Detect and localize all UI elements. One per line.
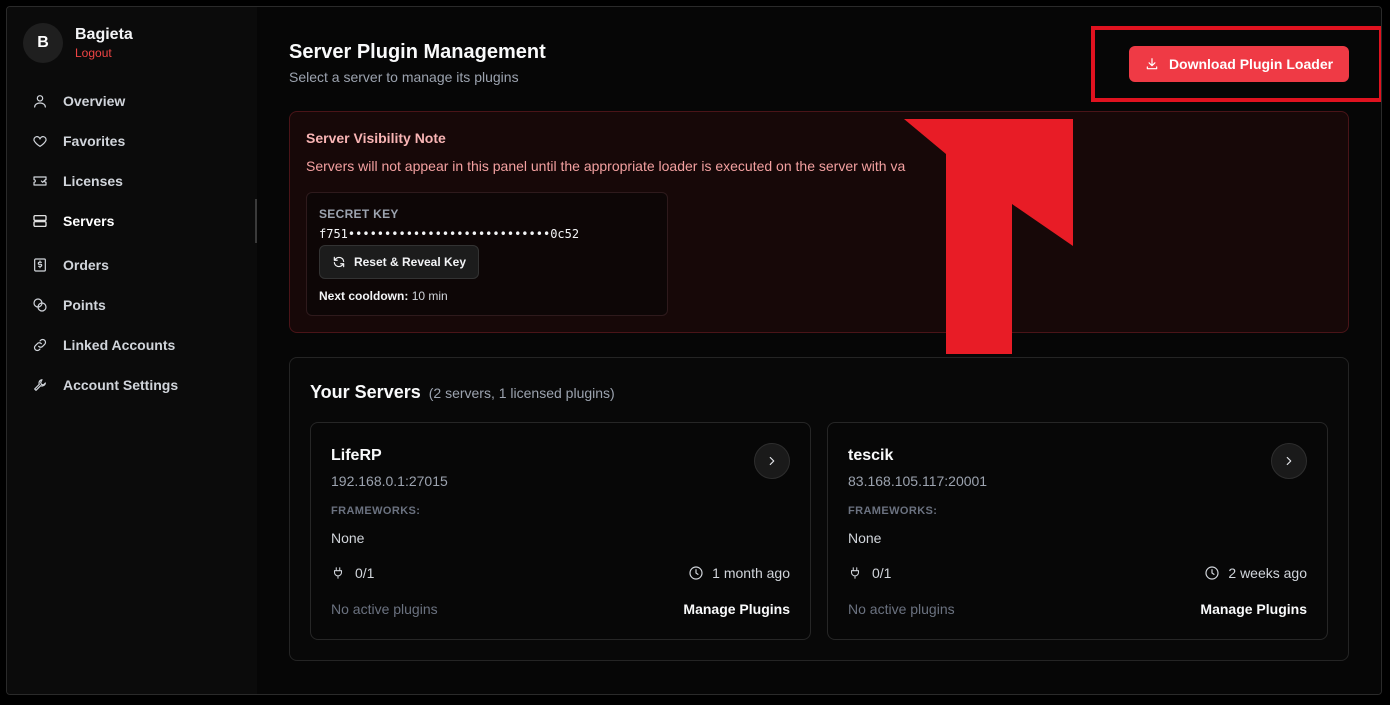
coins-icon [31, 296, 49, 314]
cooldown-value: 10 min [411, 289, 448, 303]
clock-icon [1205, 566, 1219, 580]
sidebar-nav: Overview Favorites Licenses Servers Orde… [7, 81, 257, 405]
sidebar-item-label: Overview [63, 93, 126, 109]
note-text: Servers will not appear in this panel un… [306, 158, 906, 174]
app-window: B Bagieta Logout Overview Favorites Lice… [6, 6, 1382, 695]
plug-icon [850, 567, 860, 579]
sidebar-item-label: Orders [63, 257, 109, 273]
last-seen: 1 month ago [688, 565, 790, 581]
server-icon [31, 212, 49, 230]
note-title: Server Visibility Note [306, 130, 446, 146]
page-title: Server Plugin Management [289, 41, 546, 63]
server-ip: 192.168.0.1:27015 [331, 473, 448, 489]
heart-icon [31, 132, 49, 150]
frameworks-label: FRAMEWORKS: [848, 505, 938, 517]
sidebar-item-favorites[interactable]: Favorites [7, 121, 257, 161]
servers-count: (2 servers, 1 licensed plugins) [428, 385, 615, 401]
open-server-button[interactable] [754, 443, 790, 479]
logout-link[interactable]: Logout [75, 45, 133, 61]
plugin-count: 0/1 [848, 565, 891, 581]
plugin-count: 0/1 [331, 565, 374, 581]
sidebar-item-orders[interactable]: Orders [7, 245, 257, 285]
secret-key-box: SECRET KEY f751•••••••••••••••••••••••••… [306, 192, 668, 316]
annotation-highlight-box [1091, 26, 1381, 102]
username: Bagieta [75, 26, 133, 43]
user-icon [31, 92, 49, 110]
sidebar-item-licenses[interactable]: Licenses [7, 161, 257, 201]
sidebar-item-points[interactable]: Points [7, 285, 257, 325]
servers-title: Your Servers [310, 382, 421, 402]
refresh-icon [333, 256, 345, 268]
server-name: tescik [848, 447, 894, 464]
frameworks-value: None [848, 530, 882, 546]
open-server-button[interactable] [1271, 443, 1307, 479]
secret-key-value: f751••••••••••••••••••••••••••••0c52 [319, 227, 580, 241]
sidebar-item-account-settings[interactable]: Account Settings [7, 365, 257, 405]
sidebar-item-label: Account Settings [63, 377, 179, 393]
servers-section: Your Servers (2 servers, 1 licensed plug… [289, 357, 1349, 661]
cooldown-text: Next cooldown: 10 min [319, 289, 448, 303]
ticket-icon [31, 172, 49, 190]
sidebar-item-servers[interactable]: Servers [7, 201, 257, 241]
server-card[interactable]: LifeRP 192.168.0.1:27015 FRAMEWORKS: Non… [310, 422, 811, 640]
sidebar-item-linked-accounts[interactable]: Linked Accounts [7, 325, 257, 365]
reset-reveal-key-button[interactable]: Reset & Reveal Key [319, 245, 479, 279]
chevron-right-icon [1286, 456, 1292, 466]
wrench-icon [31, 376, 49, 394]
manage-plugins-link[interactable]: Manage Plugins [683, 601, 790, 617]
sidebar: B Bagieta Logout Overview Favorites Lice… [7, 7, 257, 694]
cooldown-label: Next cooldown: [319, 289, 409, 303]
no-active-plugins: No active plugins [331, 601, 438, 617]
sidebar-item-label: Favorites [63, 133, 126, 149]
last-seen-value: 2 weeks ago [1228, 565, 1307, 581]
sidebar-item-label: Servers [63, 213, 115, 229]
receipt-icon [31, 256, 49, 274]
last-seen: 2 weeks ago [1204, 565, 1307, 581]
user-profile: B Bagieta Logout [23, 23, 133, 63]
plugin-count-value: 0/1 [872, 565, 892, 581]
clock-icon [689, 566, 703, 580]
link-icon [31, 336, 49, 354]
main-content: Server Plugin Management Select a server… [257, 7, 1381, 694]
visibility-note: Server Visibility Note Servers will not … [289, 111, 1349, 333]
sidebar-item-label: Licenses [63, 173, 123, 189]
sidebar-item-overview[interactable]: Overview [7, 81, 257, 121]
chevron-right-icon [769, 456, 775, 466]
sidebar-item-label: Linked Accounts [63, 337, 176, 353]
server-ip: 83.168.105.117:20001 [848, 473, 988, 489]
sidebar-item-label: Points [63, 297, 106, 313]
server-card[interactable]: tescik 83.168.105.117:20001 FRAMEWORKS: … [827, 422, 1328, 640]
page-subtitle: Select a server to manage its plugins [289, 69, 519, 85]
reset-button-label: Reset & Reveal Key [353, 255, 467, 269]
frameworks-label: FRAMEWORKS: [331, 505, 421, 517]
avatar: B [23, 23, 63, 63]
server-name: LifeRP [331, 447, 382, 464]
plugin-count-value: 0/1 [355, 565, 375, 581]
plug-icon [333, 567, 343, 579]
last-seen-value: 1 month ago [712, 565, 790, 581]
manage-plugins-link[interactable]: Manage Plugins [1200, 601, 1307, 617]
secret-key-label: SECRET KEY [319, 207, 399, 221]
no-active-plugins: No active plugins [848, 601, 955, 617]
frameworks-value: None [331, 530, 365, 546]
